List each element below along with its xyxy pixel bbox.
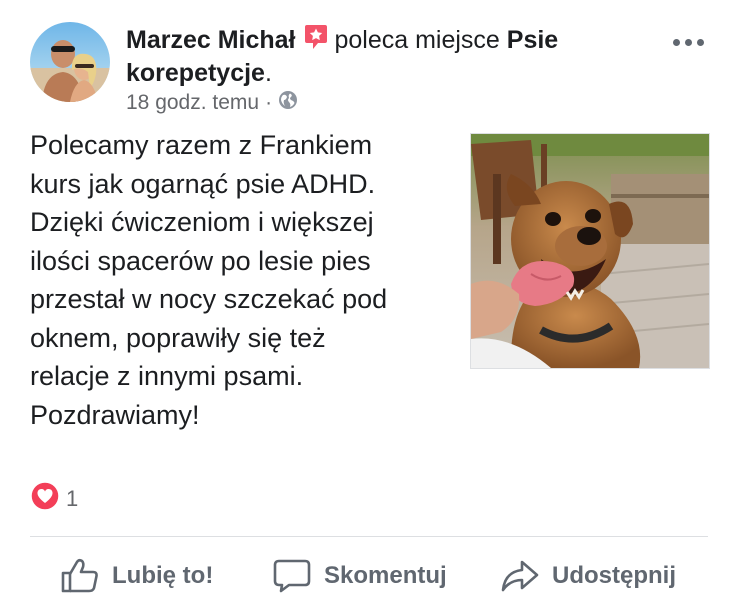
post-body: Polecamy razem z Frankiem kurs jak ogarn…	[30, 126, 458, 434]
share-label: Udostępnij	[552, 562, 676, 589]
post-body-line: Polecamy razem z Frankiem	[30, 130, 373, 160]
globe-icon[interactable]	[278, 90, 298, 116]
action-text: poleca miejsce	[334, 26, 500, 54]
divider	[30, 536, 708, 537]
page-name-continued[interactable]: korepetycje	[126, 59, 265, 87]
author-name[interactable]: Marzec Michał	[126, 26, 296, 54]
dog-photo	[471, 134, 709, 368]
share-arrow-icon	[501, 560, 539, 592]
post-photo[interactable]	[470, 133, 710, 369]
author-avatar[interactable]	[30, 22, 110, 102]
period: .	[264, 59, 272, 87]
post-body-line: ilości spacerów po lesie pies	[30, 245, 371, 276]
avatar-photo	[30, 22, 110, 102]
page-name[interactable]: Psie	[507, 26, 558, 54]
post-body-line: Pozdrawiamy!	[30, 399, 200, 430]
more-options-button[interactable]	[664, 28, 712, 56]
more-dot	[696, 38, 704, 46]
post-header: Marzec Michał poleca miejsce Psie korepe…	[126, 24, 646, 89]
post-meta: 18 godz. temu ·	[126, 90, 298, 116]
post-body-line: oknem, poprawiły się też	[30, 322, 326, 353]
reaction-count: 1	[66, 485, 79, 511]
post-body-line: kurs jak ogarnąć psie ADHD.	[30, 168, 376, 199]
timestamp[interactable]: 18 godz. temu	[126, 91, 259, 115]
recommendation-star-icon	[304, 24, 328, 58]
thumbs-up-icon	[61, 558, 98, 593]
post-body-line: Dzięki ćwiczeniom i większej	[30, 207, 374, 237]
more-dot	[684, 38, 692, 46]
love-reaction-icon	[30, 481, 60, 516]
like-button[interactable]: Lubię to!	[60, 556, 213, 596]
comment-button[interactable]: Skomentuj	[272, 556, 447, 596]
comment-icon	[273, 559, 311, 593]
share-button[interactable]: Udostępnij	[500, 556, 676, 596]
reactions-summary[interactable]: 1	[30, 481, 78, 516]
meta-separator: ·	[265, 91, 273, 114]
post-body-line: przestał w nocy szczekać pod	[30, 284, 388, 314]
post-body-line: relacje z innymi psami.	[30, 361, 304, 391]
comment-label: Skomentuj	[324, 562, 447, 589]
like-label: Lubię to!	[112, 562, 214, 589]
more-dot	[672, 38, 680, 46]
